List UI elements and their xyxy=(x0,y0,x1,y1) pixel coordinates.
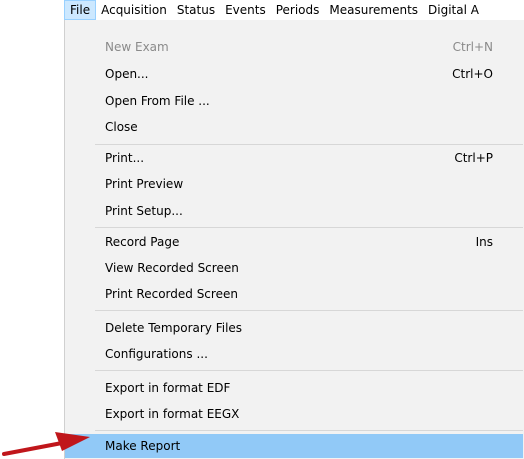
menu-separator xyxy=(95,227,523,228)
menu-events[interactable]: Events xyxy=(220,0,271,20)
menu-item-label: Close xyxy=(105,120,138,134)
menu-item-view-recorded-screen[interactable]: View Recorded Screen xyxy=(65,256,523,280)
menu-item-record-page[interactable]: Record Page Ins xyxy=(65,230,523,254)
menu-acquisition[interactable]: Acquisition xyxy=(96,0,172,20)
menu-item-label: Print Setup... xyxy=(105,204,183,218)
menu-item-shortcut: Ctrl+O xyxy=(452,67,493,81)
menu-file[interactable]: File xyxy=(64,0,97,20)
menu-item-label: Delete Temporary Files xyxy=(105,321,243,335)
menu-item-export-eegx[interactable]: Export in format EEGX xyxy=(65,402,523,426)
menu-item-print[interactable]: Print... Ctrl+P xyxy=(65,146,523,170)
menu-item-print-recorded-screen[interactable]: Print Recorded Screen xyxy=(65,282,523,306)
menu-item-shortcut: Ins xyxy=(475,235,493,249)
menu-item-label: Print Preview xyxy=(105,177,184,191)
menu-item-label: View Recorded Screen xyxy=(105,261,239,275)
menu-periods[interactable]: Periods xyxy=(271,0,325,20)
file-dropdown-menu: New Exam Ctrl+N Open... Ctrl+O Open From… xyxy=(64,20,524,459)
menu-item-open[interactable]: Open... Ctrl+O xyxy=(65,62,523,86)
menu-separator xyxy=(95,430,523,431)
menu-item-label: Open... xyxy=(105,67,149,81)
menu-item-label: New Exam xyxy=(105,40,169,54)
menu-separator xyxy=(95,144,523,145)
menu-item-shortcut: Ctrl+P xyxy=(454,151,493,165)
menu-item-print-setup[interactable]: Print Setup... xyxy=(65,199,523,223)
menu-item-configurations[interactable]: Configurations ... xyxy=(65,342,523,366)
menu-item-label: Export in format EEGX xyxy=(105,407,240,421)
menu-item-make-report[interactable]: Make Report xyxy=(65,434,523,458)
menu-measurements[interactable]: Measurements xyxy=(324,0,423,20)
menu-item-label: Print... xyxy=(105,151,145,165)
menu-item-open-from-file[interactable]: Open From File ... xyxy=(65,89,523,113)
menu-item-shortcut: Ctrl+N xyxy=(452,40,493,54)
menu-item-close[interactable]: Close xyxy=(65,115,523,139)
menu-item-delete-temporary-files[interactable]: Delete Temporary Files xyxy=(65,316,523,340)
menu-item-label: Print Recorded Screen xyxy=(105,287,238,301)
red-arrow-icon xyxy=(2,432,90,456)
menu-item-label: Record Page xyxy=(105,235,180,249)
menu-item-new-exam: New Exam Ctrl+N xyxy=(65,35,523,59)
menu-item-label: Configurations ... xyxy=(105,347,208,361)
menu-item-label: Export in format EDF xyxy=(105,381,231,395)
menu-item-label: Make Report xyxy=(105,439,181,453)
menu-item-label: Open From File ... xyxy=(105,94,210,108)
menu-separator xyxy=(95,310,523,311)
menu-bar: File Acquisition Status Events Periods Measur… xyxy=(64,0,524,21)
menu-item-export-edf[interactable]: Export in format EDF xyxy=(65,376,523,400)
menu-status[interactable]: Status xyxy=(172,0,220,20)
menu-item-print-preview[interactable]: Print Preview xyxy=(65,172,523,196)
menu-digital[interactable]: Digital A xyxy=(423,0,484,20)
menu-separator xyxy=(95,370,523,371)
